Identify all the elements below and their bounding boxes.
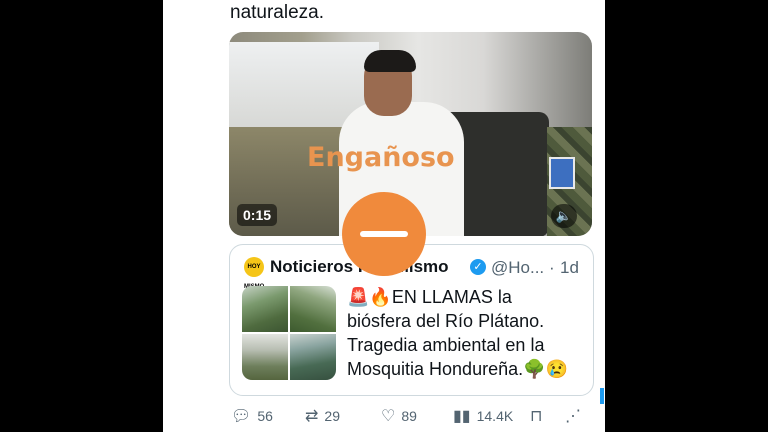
tweet-text: naturaleza. (230, 2, 325, 23)
like-button[interactable]: ♡ 89 (381, 406, 417, 426)
quoted-text-line: Tragedia ambiental en la (347, 335, 545, 355)
account-avatar[interactable]: HOY MISMO (244, 257, 264, 290)
minus-circle-icon (342, 192, 426, 276)
retweet-button[interactable]: ⇄ 29 (305, 406, 340, 426)
quoted-tweet[interactable]: HOY MISMO Noticieros Hoy Mismo ✓ @Ho... … (229, 244, 594, 396)
quoted-text-line: 🚨🔥EN LLAMAS la (347, 287, 512, 307)
image-grid[interactable] (242, 286, 336, 380)
fire-photo[interactable] (290, 286, 336, 332)
misleading-label: Engañoso (307, 142, 455, 173)
view-count: 14.4K (476, 408, 514, 424)
retweet-icon: ⇄ (305, 408, 319, 425)
views-button[interactable]: ▮▮ 14.4K (453, 406, 513, 426)
reply-count: 56 (257, 408, 273, 424)
minus-bar (360, 231, 408, 237)
share-button[interactable]: ⋰ (565, 406, 581, 426)
passenger-hair (364, 50, 416, 72)
action-bar: 💬︎ 56 ⇄ 29 ♡ 89 ▮▮ 14.4K ⊓ ⋰ (229, 402, 589, 430)
bookmark-icon: ⊓ (530, 408, 543, 425)
separator: · (549, 258, 555, 277)
flag-patch (549, 157, 575, 189)
verified-badge-icon: ✓ (470, 259, 486, 275)
speaker-icon[interactable]: 🔈 (551, 204, 577, 228)
quoted-text: 🚨🔥EN LLAMAS la biósfera del Río Plátano.… (347, 285, 587, 381)
heart-icon: ♡ (381, 408, 396, 425)
account-handle[interactable]: @Ho... (491, 258, 544, 278)
quoted-text-line: Mosquitia Hondureña.🌳😢 (347, 359, 568, 379)
video-duration: 0:15 (237, 204, 278, 226)
reply-icon: 💬︎ (231, 408, 252, 425)
bookmark-button[interactable]: ⊓ (530, 406, 542, 426)
scrollbar[interactable] (600, 388, 604, 404)
fire-photo[interactable] (242, 334, 288, 380)
reply-button[interactable]: 💬︎ 56 (231, 406, 273, 426)
like-count: 89 (401, 408, 417, 424)
fire-photo[interactable] (290, 334, 336, 380)
post-time[interactable]: 1d (560, 258, 579, 278)
share-icon: ⋰ (565, 408, 581, 425)
fire-photo[interactable] (242, 286, 288, 332)
retweet-count: 29 (324, 408, 340, 424)
views-icon: ▮▮ (453, 408, 471, 425)
quoted-text-line: biósfera del Río Plátano. (347, 311, 545, 331)
